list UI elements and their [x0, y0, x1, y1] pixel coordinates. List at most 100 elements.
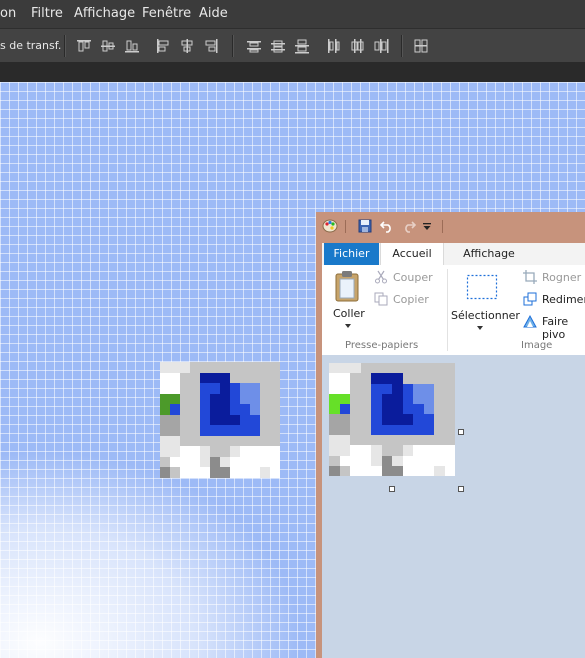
tab-fichier[interactable]: Fichier: [324, 243, 379, 265]
tab-affichage[interactable]: Affichage: [454, 243, 524, 265]
pixel: [220, 456, 230, 467]
pixel: [392, 414, 403, 425]
align-horizontal-centers-icon[interactable]: [179, 38, 195, 54]
pixel: [360, 373, 371, 384]
pixel: [220, 435, 230, 446]
distribute-vertical-centers-icon[interactable]: [270, 38, 286, 54]
transform-controls-label[interactable]: s de transf.: [0, 39, 61, 52]
pixel: [350, 445, 361, 456]
menu-item-aide[interactable]: Aide: [199, 6, 228, 21]
pixel: [413, 404, 424, 415]
pixel: [413, 373, 424, 384]
pixel: [444, 414, 455, 425]
pixel: [423, 383, 434, 394]
pixel: [240, 446, 250, 457]
pixel: [329, 455, 340, 466]
align-vertical-centers-icon[interactable]: [100, 38, 116, 54]
undo-icon[interactable]: [380, 219, 394, 233]
crop-button[interactable]: Rogner: [542, 271, 581, 284]
menu-item-selection[interactable]: on: [0, 6, 16, 21]
pixel: [381, 393, 392, 405]
pixel: [160, 456, 170, 467]
pixel: [381, 414, 392, 425]
menu-item-fenetre[interactable]: Fenêtre: [142, 6, 191, 21]
pixel: [371, 465, 382, 477]
pixel: [371, 383, 382, 394]
save-icon[interactable]: [358, 219, 372, 233]
pixel: [329, 445, 340, 456]
customize-qat-icon[interactable]: [422, 222, 432, 231]
paste-button[interactable]: Coller: [333, 307, 365, 320]
pixel: [230, 425, 240, 436]
pixel: [434, 445, 445, 456]
pixel: [350, 393, 361, 405]
pixel: [260, 467, 270, 478]
pixel: [230, 414, 240, 425]
auto-align-layers-icon[interactable]: [413, 38, 429, 54]
pixelated-computer-image: [160, 362, 280, 478]
pixel: [190, 414, 200, 425]
pixel: [160, 362, 170, 373]
menu-item-filtre[interactable]: Filtre: [31, 6, 63, 21]
select-dropdown-icon[interactable]: [476, 325, 484, 331]
distribute-right-edges-icon[interactable]: [373, 38, 389, 54]
pixel: [434, 465, 445, 477]
paint-workspace[interactable]: [322, 355, 585, 658]
pixel: [360, 363, 371, 374]
pixel: [360, 435, 371, 446]
pixel: [160, 404, 170, 415]
pixel: [402, 435, 413, 446]
pixel: [190, 456, 200, 467]
paint-canvas-image[interactable]: [329, 363, 455, 477]
pixel: [381, 404, 392, 415]
pixel: [270, 372, 280, 383]
menu-item-affichage[interactable]: Affichage: [74, 6, 135, 21]
align-top-edges-icon[interactable]: [76, 38, 92, 54]
copy-button[interactable]: Copier: [393, 293, 429, 306]
paste-icon[interactable]: [334, 270, 360, 302]
pixel: [200, 393, 210, 404]
pixel: [210, 414, 220, 425]
pixel: [190, 404, 200, 415]
pixel: [434, 393, 445, 405]
pixel: [434, 363, 445, 374]
resize-handle-right[interactable]: [458, 429, 464, 435]
align-bottom-edges-icon[interactable]: [124, 38, 140, 54]
paint-app-icon[interactable]: [322, 218, 338, 234]
qat-separator: [442, 220, 443, 233]
select-icon[interactable]: [466, 274, 498, 300]
pixel: [371, 373, 382, 384]
tab-accueil[interactable]: Accueil: [380, 243, 444, 266]
align-left-edges-icon[interactable]: [155, 38, 171, 54]
resize-handle-corner[interactable]: [458, 486, 464, 492]
paste-dropdown-icon[interactable]: [344, 323, 352, 329]
distribute-left-edges-icon[interactable]: [325, 38, 341, 54]
pixel: [413, 383, 424, 394]
pixel: [240, 425, 250, 436]
pixel: [350, 414, 361, 425]
pixel: [392, 363, 403, 374]
align-right-edges-icon[interactable]: [203, 38, 219, 54]
distribute-bottom-edges-icon[interactable]: [294, 38, 310, 54]
rotate-button[interactable]: Faire pivo: [542, 315, 585, 341]
pixel: [329, 373, 340, 384]
distribute-top-edges-icon[interactable]: [246, 38, 262, 54]
pixel: [250, 467, 260, 478]
distribute-horizontal-centers-icon[interactable]: [349, 38, 365, 54]
document-tab-strip: [0, 62, 585, 82]
resize-handle-bottom[interactable]: [389, 486, 395, 492]
pixel: [210, 435, 220, 446]
pixel: [381, 455, 392, 466]
redo-icon[interactable]: [402, 219, 416, 233]
cut-button[interactable]: Couper: [393, 271, 433, 284]
pixel: [350, 455, 361, 466]
pixel: [413, 414, 424, 425]
resize-button[interactable]: Redimens: [542, 293, 585, 306]
pixel: [350, 383, 361, 394]
pixel: [160, 383, 170, 394]
pixel: [339, 414, 350, 425]
select-button[interactable]: Sélectionner: [451, 309, 520, 322]
pixel: [210, 393, 220, 404]
pixel: [170, 446, 180, 457]
pixel: [190, 446, 200, 457]
